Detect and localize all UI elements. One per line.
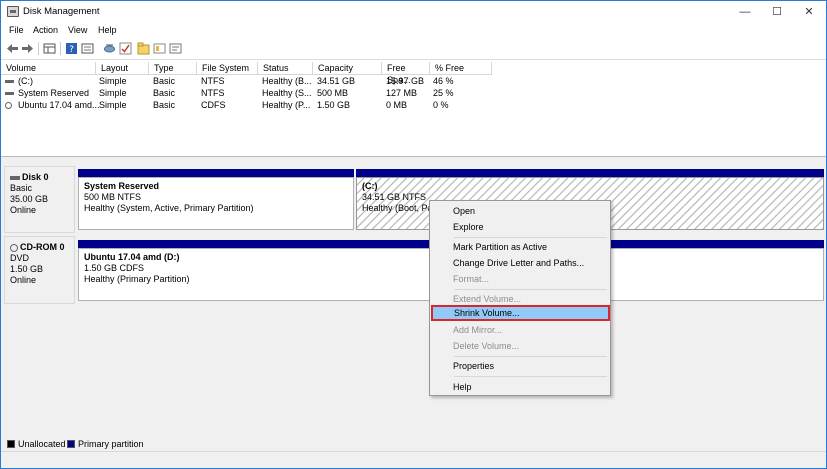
legend-unallocated: Unallocated — [18, 439, 66, 449]
disk-type: DVD — [10, 253, 30, 263]
volume-drive-icon — [5, 76, 16, 86]
volume-capacity: 500 MB — [317, 88, 349, 98]
context-menu: Open Explore Mark Partition as Active Ch… — [429, 200, 611, 396]
disk-icon — [10, 175, 20, 180]
menu-action[interactable]: Action — [33, 25, 58, 35]
check-icon[interactable] — [119, 42, 132, 55]
menu-item-shrink-volume[interactable]: Shrink Volume... — [431, 305, 610, 321]
back-icon[interactable] — [6, 42, 19, 55]
properties-icon[interactable] — [81, 42, 94, 55]
menu-item-mark-partition-active[interactable]: Mark Partition as Active — [430, 239, 610, 255]
menu-separator — [454, 356, 607, 357]
volume-file-system: NTFS — [201, 88, 225, 98]
menu-item-explore[interactable]: Explore — [430, 219, 610, 235]
partition-bar-c-drive — [356, 169, 824, 177]
volume-type: Basic — [153, 76, 176, 86]
volume-free-space: 127 MB — [386, 88, 418, 98]
volume-status: Healthy (P... — [262, 100, 311, 110]
disk-0-label[interactable]: Disk 0 Basic 35.00 GB Online — [4, 166, 75, 233]
volume-layout: Simple — [99, 88, 127, 98]
volume-file-system: CDFS — [201, 100, 226, 110]
toolbar-separator — [38, 42, 39, 55]
partition-status: Healthy (System, Active, Primary Partiti… — [84, 203, 254, 213]
close-button[interactable]: ✕ — [793, 1, 825, 23]
connect-icon[interactable] — [103, 42, 116, 55]
menu-item-open[interactable]: Open — [430, 203, 610, 219]
menu-bar: File Action View Help — [1, 23, 826, 38]
volume-percent-free: 25 % — [433, 88, 454, 98]
legend: Unallocated Primary partition — [1, 438, 826, 450]
header-divider — [1, 74, 491, 75]
maximize-button[interactable]: ☐ — [761, 1, 793, 23]
menu-item-format: Format... — [453, 274, 490, 284]
menu-item-add-mirror: Add Mirror... — [453, 325, 503, 335]
menu-item-help[interactable]: Help — [430, 379, 610, 395]
menu-item-properties[interactable]: Properties — [430, 358, 610, 374]
legend-primary-partition: Primary partition — [78, 439, 144, 449]
volume-list: Volume Layout Type File System Status Ca… — [1, 60, 826, 157]
volume-status: Healthy (B... — [262, 76, 312, 86]
volume-type: Basic — [153, 88, 176, 98]
primary-partition-swatch — [67, 440, 75, 448]
menu-separator — [454, 289, 607, 290]
disk-size: 1.50 GB — [10, 264, 44, 274]
volume-free-space: 0 MB — [386, 100, 408, 110]
disk-size: 35.00 GB — [10, 194, 49, 204]
volume-percent-free: 46 % — [433, 76, 454, 86]
disk-status: Online — [10, 275, 37, 285]
title-bar: Disk Management — ☐ ✕ — [1, 1, 826, 23]
volume-layout: Simple — [99, 76, 127, 86]
settings-icon[interactable] — [169, 42, 182, 55]
window-title: Disk Management — [23, 6, 100, 17]
disk-name: Disk 0 — [22, 172, 49, 182]
menu-help[interactable]: Help — [98, 25, 117, 35]
menu-item-delete-volume: Delete Volume... — [453, 341, 520, 351]
partition-name: System Reserved — [84, 181, 160, 191]
volume-type: Basic — [153, 100, 176, 110]
volume-free-space: 15.97 GB — [386, 76, 425, 86]
forward-icon[interactable] — [21, 42, 34, 55]
volume-file-system: NTFS — [201, 76, 225, 86]
volume-name: (C:) — [18, 76, 33, 86]
minimize-button[interactable]: — — [729, 1, 761, 23]
volume-capacity: 1.50 GB — [317, 100, 351, 110]
disk-layout-pane: Disk 0 Basic 35.00 GB Online System Rese… — [1, 163, 826, 438]
unallocated-swatch — [7, 440, 15, 448]
help-icon[interactable]: ? — [65, 42, 78, 55]
volume-drive-icon — [5, 100, 14, 110]
volume-percent-free: 0 % — [433, 100, 449, 110]
disk-management-icon — [7, 6, 19, 17]
volume-status: Healthy (S... — [262, 88, 312, 98]
svg-text:?: ? — [69, 45, 74, 55]
volume-name: System Reserved — [18, 88, 90, 98]
menu-separator — [454, 237, 607, 238]
disk-type: Basic — [10, 183, 33, 193]
status-bar — [1, 451, 826, 468]
menu-item-change-drive-letter[interactable]: Change Drive Letter and Paths... — [430, 255, 610, 271]
disk-name: CD-ROM 0 — [20, 242, 65, 252]
menu-view[interactable]: View — [68, 25, 87, 35]
partition-name: (C:) — [362, 181, 378, 191]
partition-system-reserved[interactable]: System Reserved 500 MB NTFS Healthy (Sys… — [78, 177, 354, 230]
toolbar: ? — [1, 38, 826, 60]
volume-name: Ubuntu 17.04 amd... — [18, 100, 100, 110]
cdrom-0-label[interactable]: CD-ROM 0 DVD 1.50 GB Online — [4, 236, 75, 304]
partition-name: Ubuntu 17.04 amd (D:) — [84, 252, 180, 262]
folder-icon[interactable] — [137, 42, 150, 55]
disk-status: Online — [10, 205, 37, 215]
volume-layout: Simple — [99, 100, 127, 110]
menu-separator — [454, 376, 607, 377]
cdrom-icon — [10, 243, 18, 252]
volume-drive-icon — [5, 88, 16, 98]
menu-file[interactable]: File — [9, 25, 24, 35]
partition-size: 500 MB NTFS — [84, 192, 142, 202]
disk-list-icon[interactable] — [43, 42, 56, 55]
toolbar-separator — [60, 42, 61, 55]
partition-bar-system-reserved — [78, 169, 354, 177]
disk-management-window: Disk Management — ☐ ✕ File Action View H… — [0, 0, 827, 469]
drive-icon[interactable] — [153, 42, 166, 55]
volume-capacity: 34.51 GB — [317, 76, 356, 86]
